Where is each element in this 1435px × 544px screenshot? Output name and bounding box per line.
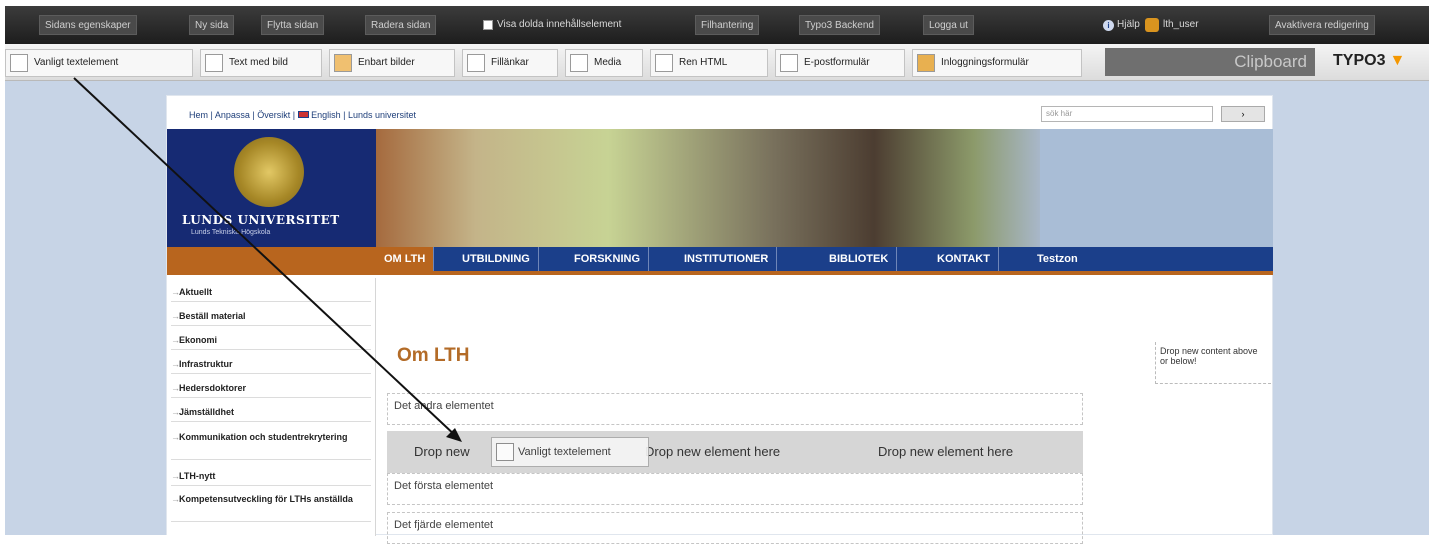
drag-arrow bbox=[73, 77, 462, 442]
drag-arrow-line bbox=[73, 77, 459, 439]
